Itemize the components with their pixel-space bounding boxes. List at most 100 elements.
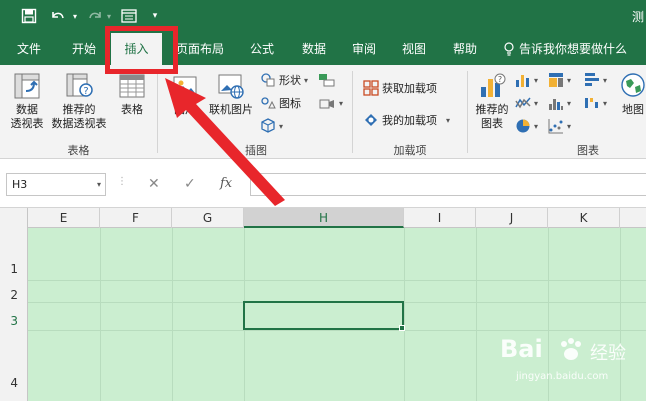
ribbon-insert: 数据 透视表 ? 推荐的 数据透视表 表格 表格 图片 联机图片 形状 ▾ 图标… xyxy=(0,65,646,159)
active-cell-h3[interactable] xyxy=(243,301,404,330)
column-header-k[interactable]: K xyxy=(548,208,620,228)
shapes-dropdown-icon: ▾ xyxy=(304,75,309,85)
name-box-dropdown-icon[interactable]: ▾ xyxy=(97,174,101,195)
fill-handle[interactable] xyxy=(399,325,405,331)
tab-view[interactable]: 视图 xyxy=(392,33,436,65)
get-addins-label: 获取加载项 xyxy=(382,82,437,95)
column-header-h[interactable]: H xyxy=(244,208,404,228)
row-header-1[interactable]: 1 xyxy=(0,262,28,276)
formula-bar: H3 ▾ ⋮ ✕ ✓ fx xyxy=(0,160,646,208)
column-header-g[interactable]: G xyxy=(172,208,244,228)
screenshot-icon xyxy=(319,99,334,109)
3d-models-button[interactable]: ▾ xyxy=(260,117,283,135)
scatter-chart-button[interactable]: ▾ xyxy=(548,117,571,135)
formula-input[interactable] xyxy=(250,173,646,196)
group-separator xyxy=(467,71,468,153)
redo-dropdown-icon[interactable]: ▾ xyxy=(104,6,114,26)
tab-formulas[interactable]: 公式 xyxy=(240,33,284,65)
pictures-button[interactable]: 图片 xyxy=(165,71,205,117)
smartart-button[interactable] xyxy=(318,71,336,89)
store-icon xyxy=(363,80,379,96)
tab-file[interactable]: 文件 xyxy=(8,33,50,65)
column-header-j[interactable]: J xyxy=(476,208,548,228)
row-header-column: 1 2 3 4 xyxy=(0,228,28,401)
maps-button[interactable]: 地图 xyxy=(618,71,646,117)
undo-dropdown-icon[interactable]: ▾ xyxy=(70,6,80,26)
shapes-icon xyxy=(261,73,275,87)
select-all-corner[interactable] xyxy=(0,208,28,228)
paw-icon xyxy=(561,338,581,360)
pie-chart-button[interactable]: ▾ xyxy=(515,117,538,135)
recommended-charts-label-2: 图表 xyxy=(481,117,503,130)
online-pictures-label: 联机图片 xyxy=(209,103,253,116)
waterfall-chart-button[interactable]: ▾ xyxy=(584,94,607,112)
cube-icon xyxy=(261,118,275,133)
recommended-pivot-button[interactable]: ? 推荐的 数据透视表 xyxy=(48,71,110,131)
bar-chart-icon xyxy=(585,73,599,86)
pictures-label: 图片 xyxy=(174,103,196,116)
column-header-e[interactable]: E xyxy=(28,208,100,228)
enter-icon[interactable]: ✓ xyxy=(184,176,196,192)
my-addins-label: 我的加载项 xyxy=(382,114,437,127)
recommended-charts-icon: ? xyxy=(481,73,506,97)
customize-qat-icon[interactable]: ▾ xyxy=(148,6,162,26)
table-icon xyxy=(119,74,145,98)
icons-icon xyxy=(261,97,276,109)
pivot-table-button[interactable]: 数据 透视表 xyxy=(4,71,50,131)
recommended-pivot-label-1: 推荐的 xyxy=(62,103,96,116)
watermark-url: jingyan.baidu.com xyxy=(516,371,609,382)
name-box[interactable]: H3 ▾ xyxy=(6,173,106,196)
tab-home[interactable]: 开始 xyxy=(62,33,106,65)
online-picture-icon xyxy=(218,74,244,99)
my-addins-button[interactable]: 我的加载项 ▾ xyxy=(363,111,450,129)
line-chart-icon xyxy=(515,97,531,109)
globe-icon xyxy=(621,73,645,97)
shapes-label: 形状 xyxy=(279,74,301,87)
get-addins-button[interactable]: 获取加载项 xyxy=(363,79,437,97)
tab-review[interactable]: 审阅 xyxy=(342,33,386,65)
insert-function-icon[interactable]: fx xyxy=(220,176,232,191)
table-button[interactable]: 表格 xyxy=(112,71,152,117)
online-pictures-button[interactable]: 联机图片 xyxy=(204,71,258,117)
column-header-i[interactable]: I xyxy=(404,208,476,228)
column-chart-button[interactable]: ▾ xyxy=(515,71,538,89)
maps-label: 地图 xyxy=(622,103,644,116)
addins-group-label: 加载项 xyxy=(393,144,427,157)
my-addins-dropdown-icon: ▾ xyxy=(446,115,451,125)
hierarchy-chart-button[interactable]: ▾ xyxy=(548,71,571,89)
save-icon[interactable] xyxy=(18,6,40,26)
tell-me-search[interactable]: 告诉我你想要做什么 xyxy=(503,33,627,65)
3d-models-dropdown-icon: ▾ xyxy=(279,121,284,131)
gridline xyxy=(28,330,646,331)
insert-tab-highlight-box xyxy=(105,26,178,74)
ribbon-tab-bar: 文件 开始 插入 页面布局 公式 数据 审阅 视图 帮助 告诉我你想要做什么 xyxy=(0,33,646,65)
redo-icon[interactable] xyxy=(84,6,106,26)
statistic-chart-button[interactable]: ▾ xyxy=(548,94,571,112)
screenshot-dropdown-icon: ▾ xyxy=(339,98,344,108)
form-icon[interactable] xyxy=(118,6,140,26)
bar-chart-button[interactable]: ▾ xyxy=(584,71,607,89)
shapes-button[interactable]: 形状 ▾ xyxy=(260,71,308,89)
tab-page-layout[interactable]: 页面布局 xyxy=(170,33,230,65)
row-header-3[interactable]: 3 xyxy=(0,314,28,328)
gridline xyxy=(476,228,477,401)
screenshot-button[interactable]: ▾ xyxy=(318,94,343,112)
tab-data[interactable]: 数据 xyxy=(292,33,336,65)
line-chart-button[interactable]: ▾ xyxy=(515,94,538,112)
waterfall-chart-icon xyxy=(585,98,598,108)
row-header-4[interactable]: 4 xyxy=(0,376,28,390)
undo-icon[interactable] xyxy=(46,6,70,26)
row-header-2[interactable]: 2 xyxy=(0,288,28,302)
pie-chart-icon xyxy=(516,119,530,133)
pivot-table-label-2: 透视表 xyxy=(10,117,44,130)
cancel-icon[interactable]: ✕ xyxy=(148,176,160,192)
gridline xyxy=(28,280,646,281)
tab-help[interactable]: 帮助 xyxy=(443,33,487,65)
statistic-chart-dropdown-icon: ▾ xyxy=(567,98,572,108)
recommended-charts-button[interactable]: ? 推荐的 图表 xyxy=(472,71,512,131)
group-separator xyxy=(352,71,353,153)
column-header-f[interactable]: F xyxy=(100,208,172,228)
hierarchy-chart-dropdown-icon: ▾ xyxy=(567,75,572,85)
icons-button[interactable]: 图标 xyxy=(260,94,301,112)
icons-label: 图标 xyxy=(279,97,301,110)
